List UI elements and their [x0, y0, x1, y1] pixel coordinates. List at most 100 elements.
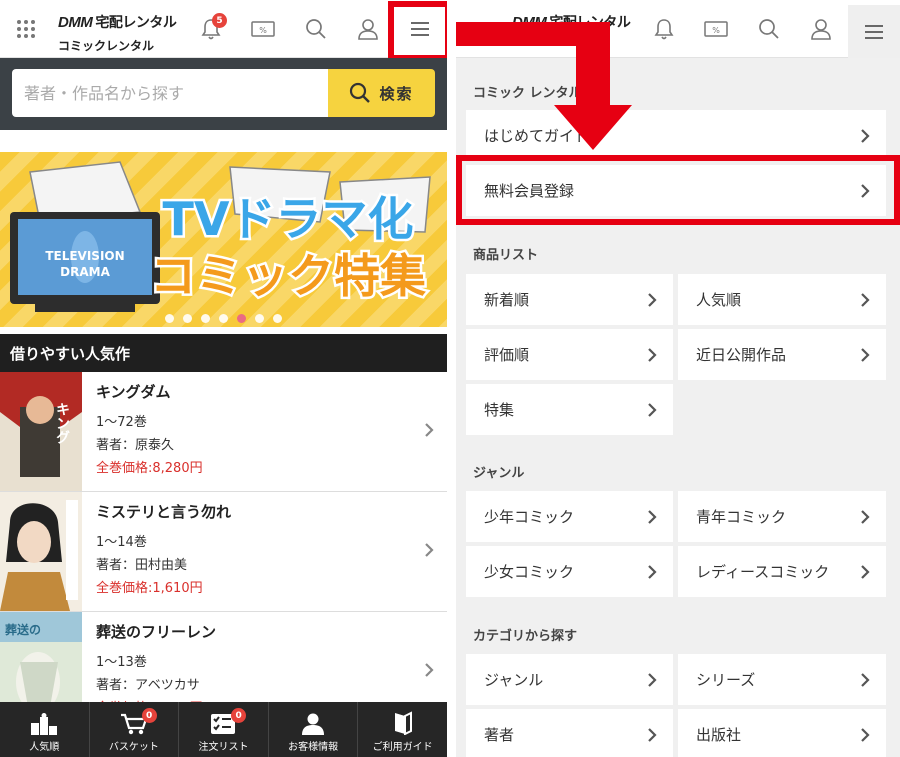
book-item-mystery[interactable]: ミステリと言う勿れ 1〜14巻 著者：田村由美 全巻価格:1,610円 — [0, 492, 447, 612]
book-volumes: 1〜14巻 — [96, 535, 147, 550]
tab-basket[interactable]: 0 バスケット — [90, 702, 180, 757]
menu-cat-genre[interactable]: ジャンル — [466, 654, 673, 705]
menu-label: 新着順 — [484, 291, 530, 309]
menu-label: 少年コミック — [484, 508, 575, 526]
carousel-dot[interactable] — [165, 314, 174, 323]
coupon-icon[interactable]: % — [702, 0, 730, 58]
search-button-label: 検索 — [379, 84, 414, 103]
svg-text:葬送の: 葬送の — [5, 622, 41, 637]
menu-rating[interactable]: 評価順 — [466, 329, 673, 380]
menu-feature[interactable]: 特集 — [466, 384, 673, 435]
chevron-right-icon — [861, 293, 870, 307]
carousel-dot[interactable] — [255, 314, 264, 323]
brand-sub: コミックレンタル — [58, 39, 155, 53]
svg-text:%: % — [259, 26, 267, 35]
menu-label: 評価順 — [484, 346, 530, 364]
menu-label: 特集 — [484, 401, 515, 419]
menu-cat-series[interactable]: シリーズ — [678, 654, 886, 705]
user-icon[interactable] — [355, 0, 381, 58]
left-screen: DMM宅配レンタル コミックレンタル 5 % 検索 — [0, 0, 447, 757]
menu-shonen[interactable]: 少年コミック — [466, 491, 673, 542]
menu-label: 少女コミック — [484, 563, 575, 581]
tab-guide[interactable]: ご利用ガイド — [358, 702, 447, 757]
carousel-dot[interactable] — [273, 314, 282, 323]
section-products: 商品リスト — [473, 248, 539, 263]
menu-cat-publisher[interactable]: 出版社 — [678, 709, 886, 757]
menu-highlight-box — [388, 1, 447, 61]
menu-shojo[interactable]: 少女コミック — [466, 546, 673, 597]
bottom-tab-bar: 人気順 0 バスケット 0 注文リスト お客様情報 ご利用ガイド — [0, 702, 447, 757]
top-header: DMM 宅配レンタル コミックレンタル 5 % — [0, 0, 447, 58]
menu-label: 著者 — [484, 726, 515, 744]
brand-logo[interactable]: DMM 宅配レンタル — [512, 12, 631, 32]
section-category: カテゴリから探す — [473, 629, 578, 644]
search-input[interactable] — [12, 69, 328, 117]
chevron-right-icon — [861, 510, 870, 524]
tab-label: 注文リスト — [198, 742, 249, 753]
search-button[interactable]: 検索 — [328, 69, 435, 117]
carousel-dots[interactable] — [0, 314, 447, 323]
orders-badge: 0 — [231, 708, 247, 723]
apps-grid-icon[interactable] — [10, 0, 42, 58]
menu-first-guide[interactable]: はじめてガイド — [466, 110, 886, 161]
bell-icon[interactable] — [651, 0, 677, 58]
menu-cat-author[interactable]: 著者 — [466, 709, 673, 757]
chevron-right-icon — [861, 565, 870, 579]
book-title: ミステリと言う勿れ — [96, 503, 232, 521]
menu-label: 近日公開作品 — [696, 346, 787, 364]
tab-label: 人気順 — [29, 742, 60, 753]
svg-text:キング: キング — [54, 402, 70, 444]
carousel-dot[interactable] — [219, 314, 228, 323]
chevron-right-icon — [861, 673, 870, 687]
tab-ranking[interactable]: 人気順 — [0, 702, 90, 757]
menu-label: 青年コミック — [696, 508, 787, 526]
chevron-right-icon — [861, 728, 870, 742]
book-item-kingdom[interactable]: キング キングダム 1〜72巻 著者：原泰久 全巻価格:8,280円 — [0, 372, 447, 492]
banner-headline-2: コミック特集 — [150, 249, 426, 303]
menu-label: はじめてガイド — [484, 127, 590, 145]
chevron-right-icon — [861, 129, 870, 143]
basket-badge: 0 — [141, 708, 157, 723]
brand-dmm: DMM — [58, 14, 93, 31]
menu-upcoming[interactable]: 近日公開作品 — [678, 329, 886, 380]
chevron-right-icon — [648, 673, 657, 687]
book-price: 全巻価格:1,610円 — [96, 581, 203, 596]
tab-orders[interactable]: 0 注文リスト — [179, 702, 269, 757]
menu-popular[interactable]: 人気順 — [678, 274, 886, 325]
book-cover — [0, 492, 82, 611]
campaign-banner[interactable]: TELEVISION DRAMA TVドラマ化 コミック特集 — [0, 152, 447, 327]
section-genre: ジャンル — [473, 466, 525, 481]
panel-divider — [447, 0, 456, 757]
book-title: キングダム — [96, 383, 171, 401]
book-cover: キング — [0, 372, 82, 491]
chevron-right-icon — [648, 348, 657, 362]
brand-logo[interactable]: DMM 宅配レンタル コミックレンタル — [58, 12, 177, 54]
menu-label: ジャンル — [484, 671, 544, 689]
chevron-right-icon — [425, 423, 434, 437]
person-icon — [302, 713, 325, 735]
chevron-right-icon — [648, 510, 657, 524]
carousel-dot[interactable] — [201, 314, 210, 323]
top-header: DMM 宅配レンタル % — [456, 0, 900, 58]
carousel-dot[interactable] — [183, 314, 192, 323]
bell-icon[interactable] — [196, 0, 226, 58]
ranking-icon — [31, 713, 58, 735]
search-bar: 検索 — [0, 58, 447, 130]
brand-service: 宅配レンタル — [95, 15, 177, 31]
user-icon[interactable] — [808, 0, 834, 58]
search-icon[interactable] — [756, 0, 782, 58]
book-title: 葬送のフリーレン — [96, 623, 217, 641]
brand-service: 宅配レンタル — [549, 15, 631, 31]
carousel-dot[interactable] — [237, 314, 246, 323]
search-icon[interactable] — [303, 0, 329, 58]
banner-headline-1: TVドラマ化 — [163, 192, 414, 246]
hamburger-menu-button-active[interactable] — [848, 5, 900, 58]
tab-account[interactable]: お客様情報 — [269, 702, 359, 757]
chevron-right-icon — [648, 293, 657, 307]
menu-seinen[interactable]: 青年コミック — [678, 491, 886, 542]
coupon-icon[interactable]: % — [249, 0, 277, 58]
tv-label-2: DRAMA — [60, 265, 110, 279]
menu-label: シリーズ — [696, 671, 756, 689]
menu-newest[interactable]: 新着順 — [466, 274, 673, 325]
menu-ladies[interactable]: レディースコミック — [678, 546, 886, 597]
